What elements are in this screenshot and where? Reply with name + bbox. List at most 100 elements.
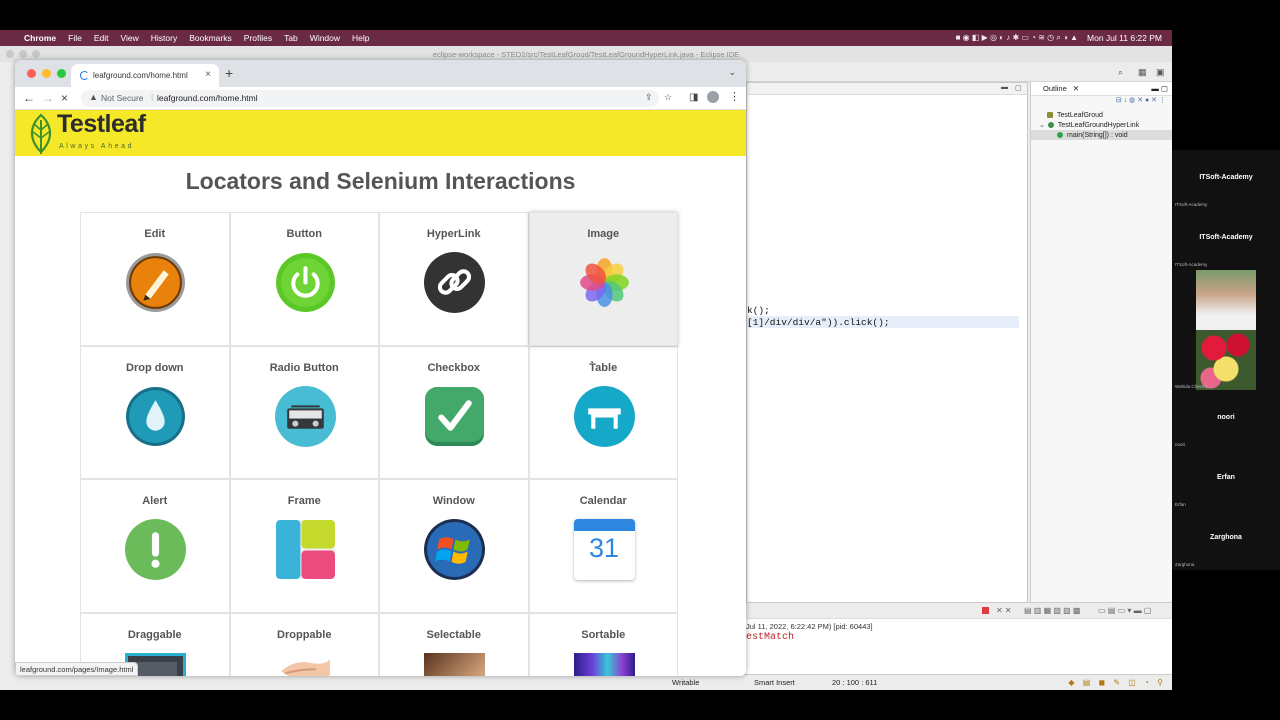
radio-device-icon[interactable]: [274, 385, 336, 447]
tile-label[interactable]: Window: [380, 495, 528, 507]
tile-label[interactable]: Draggable: [81, 629, 229, 641]
tile-label[interactable]: HyperLink: [380, 228, 528, 240]
table-icon[interactable]: [573, 385, 635, 447]
tile-hyperlink[interactable]: HyperLink: [379, 212, 529, 346]
tile-label[interactable]: Selectable: [380, 629, 528, 641]
perspective-icon[interactable]: ▦: [1138, 67, 1147, 78]
participant-tile[interactable]: noori noori: [1172, 390, 1280, 450]
tile-label[interactable]: Checkbox: [380, 362, 528, 374]
calendar-icon[interactable]: 31: [573, 519, 635, 580]
tile-label[interactable]: Sortable: [530, 629, 678, 641]
tile-label[interactable]: Drop down: [81, 362, 229, 374]
tile-alert[interactable]: Alert: [80, 479, 230, 613]
outline-item-package[interactable]: TestLeafGroud: [1031, 110, 1172, 120]
tile-radio-button[interactable]: Radio Button: [229, 345, 379, 479]
leaf-logo-icon[interactable]: [27, 112, 55, 156]
tile-label[interactable]: Table: [530, 362, 678, 374]
close-window-button[interactable]: [27, 69, 36, 78]
minimize-window-button[interactable]: [42, 69, 51, 78]
tile-checkbox[interactable]: Checkbox: [379, 345, 529, 479]
console-tool-icons[interactable]: ▤ ▥ ▦ ▧ ▨ ▩: [1024, 606, 1080, 615]
outline-tab[interactable]: Outline ✕ ▬ ▢: [1031, 82, 1172, 96]
tile-calendar[interactable]: Calendar 31: [528, 479, 678, 613]
console-view-icons[interactable]: ▭ ▤ ▭ ▾ ▬ ▢: [1098, 606, 1151, 615]
menu-item-history[interactable]: History: [151, 33, 177, 43]
alert-exclamation-icon[interactable]: [125, 519, 186, 580]
minimize-icon[interactable]: ▬: [1001, 84, 1008, 91]
tile-label[interactable]: Frame: [231, 495, 379, 507]
checkmark-icon[interactable]: [424, 386, 485, 447]
warning-icon[interactable]: ▲: [89, 92, 98, 102]
frame-tiles-icon[interactable]: [275, 519, 336, 580]
tile-edit[interactable]: Edit: [80, 212, 230, 346]
tile-label[interactable]: Button: [231, 228, 379, 240]
code-editor[interactable]: ▬ ▢ k(); [1]/div/div/a")).click();: [746, 82, 1028, 644]
tile-window[interactable]: Window: [379, 479, 529, 613]
sidebar-icon[interactable]: ◨: [689, 92, 698, 103]
tile-table[interactable]: Table: [528, 345, 678, 479]
menu-item-help[interactable]: Help: [352, 33, 369, 43]
menu-item-tab[interactable]: Tab: [284, 33, 298, 43]
droppable-icon[interactable]: [275, 653, 336, 677]
power-button-icon[interactable]: [275, 252, 336, 313]
browser-tab[interactable]: leafground.com/home.html ×: [71, 64, 219, 87]
participant-tile[interactable]: Wahida Chechty: [1172, 330, 1280, 390]
bookmark-star-icon[interactable]: ☆: [664, 92, 672, 103]
status-tray-icons[interactable]: ◆ ▤ ◼ ✎ ◫ ◔ ⚲: [1068, 678, 1166, 687]
status-icons[interactable]: ■ ◉ ◧ ▶ ◎ ◐ ♪ ✱ ▭ ◔ ≋ ◷ ⌕ ◑ ▲: [956, 33, 1078, 43]
security-label[interactable]: Not Secure: [101, 93, 144, 103]
tile-label[interactable]: Droppable: [231, 629, 379, 641]
menubar-datetime[interactable]: Mon Jul 11 6:22 PM: [1087, 33, 1162, 43]
url-text[interactable]: leafground.com/home.html: [157, 93, 258, 103]
close-icon[interactable]: ✕: [1073, 84, 1079, 93]
stop-loading-icon[interactable]: ×: [61, 91, 68, 105]
tile-sortable[interactable]: Sortable: [528, 612, 678, 676]
tile-label[interactable]: Image: [530, 228, 678, 240]
menu-item-file[interactable]: File: [68, 33, 82, 43]
remove-launch-icon[interactable]: ✕ ✕: [996, 606, 1012, 615]
outline-item-class[interactable]: ⌄ TestLeafGroundHyperLink: [1031, 120, 1172, 130]
menu-item-window[interactable]: Window: [310, 33, 340, 43]
maximize-icon[interactable]: ▢: [1015, 84, 1022, 92]
forward-arrow-icon[interactable]: →: [42, 91, 54, 105]
search-icon[interactable]: ⌕: [1118, 67, 1123, 78]
menu-item-bookmarks[interactable]: Bookmarks: [189, 33, 232, 43]
tile-label[interactable]: Calendar: [530, 495, 678, 507]
close-icon[interactable]: ×: [205, 69, 211, 80]
windows-logo-icon[interactable]: [424, 519, 485, 580]
tile-frame[interactable]: Frame: [229, 479, 379, 613]
share-icon[interactable]: ⇪: [645, 92, 653, 103]
address-bar[interactable]: ▲ Not Secure | leafground.com/home.html …: [81, 90, 672, 107]
edit-pencil-icon[interactable]: [125, 252, 186, 313]
chevron-down-icon[interactable]: ⌄: [728, 67, 736, 78]
outline-window-controls[interactable]: ▬ ▢: [1151, 84, 1168, 93]
tile-droppable[interactable]: Droppable: [229, 612, 379, 677]
back-arrow-icon[interactable]: ←: [23, 91, 35, 105]
water-drop-icon[interactable]: [125, 386, 186, 447]
sortable-icon[interactable]: [573, 652, 635, 676]
logo-text[interactable]: Testleaf: [57, 110, 146, 139]
java-perspective-icon[interactable]: ▣: [1156, 67, 1165, 78]
selectable-icon[interactable]: [424, 652, 485, 676]
terminate-icon[interactable]: [982, 607, 989, 614]
participant-tile[interactable]: Zarghona Zarghona: [1172, 510, 1280, 570]
participant-tile[interactable]: ITSoft-Academy ITSoft-Academy: [1172, 210, 1280, 270]
tile-label[interactable]: Alert: [81, 495, 229, 507]
menu-item-view[interactable]: View: [120, 33, 138, 43]
more-menu-icon[interactable]: ⋮: [729, 90, 740, 103]
tile-dropdown[interactable]: Drop down: [80, 345, 230, 479]
eclipse-window-controls[interactable]: [6, 50, 40, 58]
tile-button[interactable]: Button: [229, 212, 379, 346]
profile-avatar-icon[interactable]: [707, 91, 719, 103]
outline-item-method[interactable]: main(String[]) : void: [1031, 130, 1172, 140]
participant-tile[interactable]: ITSoft-Academy ITSoft-Academy: [1172, 150, 1280, 210]
tile-selectable[interactable]: Selectable: [379, 612, 529, 676]
zoom-window-button[interactable]: [57, 69, 66, 78]
tile-image[interactable]: Image: [528, 212, 678, 346]
menu-app-name[interactable]: Chrome: [24, 33, 56, 43]
new-tab-button[interactable]: +: [225, 65, 233, 81]
participant-tile[interactable]: Erfan Erfan: [1172, 450, 1280, 510]
photos-flower-icon[interactable]: [574, 252, 635, 313]
menu-item-edit[interactable]: Edit: [94, 33, 109, 43]
outline-toolbar-icons[interactable]: ⊟ ↓ ◍ ✕ ● ✕ ⋮: [1031, 96, 1172, 110]
